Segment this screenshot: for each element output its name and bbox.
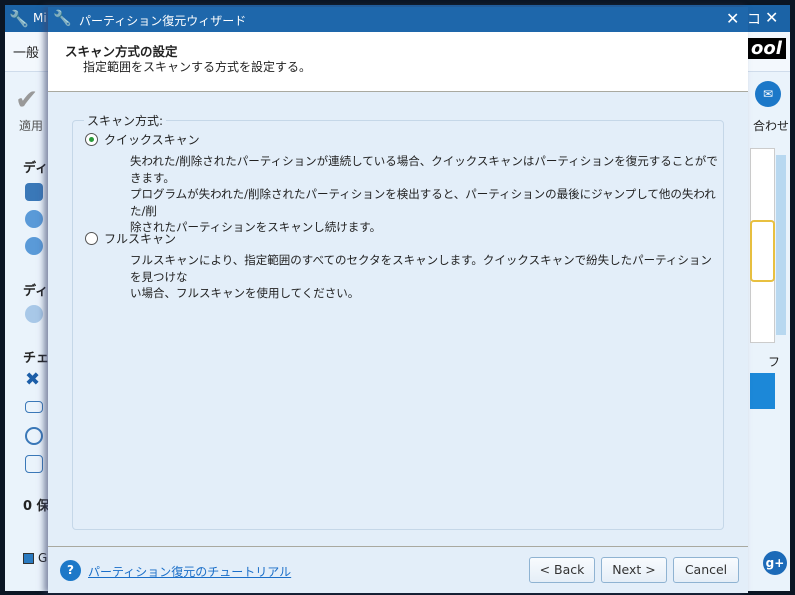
legend-swatch bbox=[23, 553, 34, 564]
app-title: Mi bbox=[33, 11, 47, 25]
disk-globe-icon[interactable] bbox=[25, 305, 43, 323]
partition-icon[interactable] bbox=[25, 210, 43, 228]
group-label: スキャン方式: bbox=[84, 112, 167, 129]
full-scan-label[interactable]: フルスキャン bbox=[104, 230, 176, 247]
dialog-title-bar: 🔧 パーティション復元ウィザード ✕ bbox=[48, 7, 748, 32]
selected-disk[interactable] bbox=[750, 220, 775, 282]
apply-check-icon[interactable]: ✔ bbox=[15, 83, 38, 116]
legend-label: G bbox=[38, 551, 48, 565]
next-button[interactable]: Next > bbox=[601, 557, 667, 583]
sidebar-heading: ディ bbox=[23, 284, 49, 299]
sidebar-heading: ディ bbox=[23, 161, 49, 176]
back-button[interactable]: < Back bbox=[529, 557, 595, 583]
column-label: フ bbox=[768, 355, 781, 369]
quick-scan-radio[interactable] bbox=[85, 133, 98, 146]
close-icon[interactable]: ✕ bbox=[726, 9, 739, 28]
mail-icon[interactable]: ✉ bbox=[755, 81, 781, 107]
wizard-logo-icon: 🔧 bbox=[53, 9, 72, 27]
selected-row[interactable] bbox=[750, 373, 775, 409]
full-scan-radio[interactable] bbox=[85, 232, 98, 245]
brand-logo: ool bbox=[747, 38, 786, 59]
pending-operations: 0 保 bbox=[23, 499, 50, 514]
surface-icon[interactable] bbox=[25, 401, 43, 413]
partition-recovery-wizard: 🔧 パーティション復元ウィザード ✕ スキャン方式の設定 指定範囲をスキャンする… bbox=[48, 7, 748, 593]
list-icon[interactable] bbox=[25, 455, 43, 473]
cancel-button[interactable]: Cancel bbox=[673, 557, 739, 583]
tools-icon[interactable]: ✖ bbox=[25, 369, 40, 390]
app-maximize-icon[interactable]: コ bbox=[747, 9, 761, 29]
app-logo-icon: 🔧 bbox=[9, 9, 29, 28]
dialog-header: スキャン方式の設定 指定範囲をスキャンする方式を設定する。 bbox=[48, 32, 748, 92]
contact-label: 合わせ bbox=[753, 119, 790, 133]
tutorial-link[interactable]: パーティション復元のチュートリアル bbox=[88, 563, 291, 580]
app-close-icon[interactable]: ✕ bbox=[765, 8, 778, 27]
check-icon[interactable] bbox=[25, 427, 43, 445]
dialog-title: パーティション復元ウィザード bbox=[79, 14, 247, 28]
disk-icon[interactable] bbox=[25, 183, 43, 201]
menu-general[interactable]: 一般 bbox=[13, 42, 39, 61]
apply-label: 適用 bbox=[19, 119, 44, 133]
footer-divider bbox=[48, 546, 748, 547]
help-icon[interactable]: ? bbox=[60, 560, 81, 581]
header-subtitle: 指定範囲をスキャンする方式を設定する。 bbox=[83, 60, 312, 74]
partition-icon[interactable] bbox=[25, 237, 43, 255]
google-plus-icon[interactable]: g+ bbox=[763, 551, 787, 575]
sidebar-heading: チェ bbox=[23, 351, 50, 366]
scrollbar[interactable] bbox=[776, 155, 786, 335]
quick-scan-label[interactable]: クイックスキャン bbox=[104, 131, 200, 148]
quick-scan-description: 失われた/削除されたパーティションが連続している場合、クイックスキャンはパーティ… bbox=[130, 154, 718, 234]
full-scan-description: フルスキャンにより、指定範囲のすべてのセクタをスキャンします。クイックスキャンで… bbox=[130, 253, 712, 300]
